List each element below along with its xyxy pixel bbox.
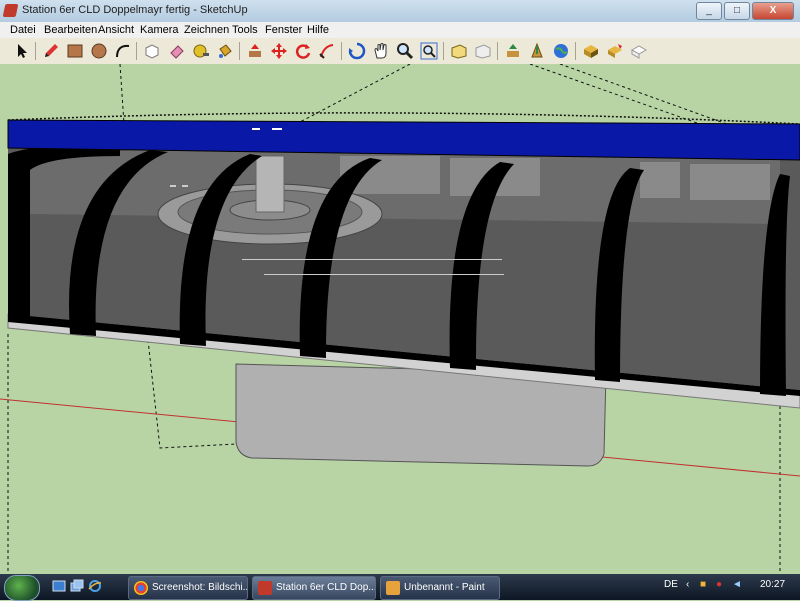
task-paint[interactable]: Unbenannt - Paint <box>380 576 500 600</box>
title-bar: Station 6er CLD Doppelmayr fertig - Sket… <box>0 0 800 23</box>
menu-fenster[interactable]: Fenster <box>265 24 302 36</box>
window-title: Station 6er CLD Doppelmayr fertig - Sket… <box>22 4 248 16</box>
close-button[interactable]: X <box>752 2 794 20</box>
chrome-icon <box>134 581 148 595</box>
select-icon[interactable] <box>12 41 32 61</box>
push-pull-icon[interactable] <box>245 41 265 61</box>
previous-view-icon[interactable] <box>449 41 469 61</box>
task-label: Station 6er CLD Dop... <box>276 582 376 593</box>
follow-me-icon[interactable] <box>317 41 337 61</box>
minimize-button[interactable]: _ <box>696 2 722 20</box>
rectangle-icon[interactable] <box>65 41 85 61</box>
circle-icon[interactable] <box>89 41 109 61</box>
task-sketchup[interactable]: Station 6er CLD Dop... <box>252 576 376 600</box>
security-icon[interactable]: ● <box>716 579 722 590</box>
pencil-icon[interactable] <box>41 41 61 61</box>
eraser-icon[interactable] <box>167 41 187 61</box>
components-icon[interactable] <box>581 41 601 61</box>
task-label: Unbenannt - Paint <box>404 582 485 593</box>
toolbar <box>0 38 800 65</box>
tray-expand-icon[interactable]: ‹ <box>686 579 689 590</box>
rotate-icon[interactable] <box>293 41 313 61</box>
menu-datei[interactable]: Datei <box>10 24 36 36</box>
share-model-icon[interactable] <box>527 41 547 61</box>
show-desktop-icon[interactable] <box>52 579 66 593</box>
volume-icon[interactable]: ◄ <box>732 579 742 590</box>
menu-zeichnen[interactable]: Zeichnen <box>184 24 229 36</box>
toggle-terrain-icon[interactable] <box>629 41 649 61</box>
menu-bar: Datei Bearbeiten Ansicht Kamera Zeichnen… <box>0 22 800 38</box>
menu-ansicht[interactable]: Ansicht <box>98 24 134 36</box>
menu-tools[interactable]: Tools <box>232 24 258 36</box>
sketchup-icon <box>258 581 272 595</box>
zoom-icon[interactable] <box>395 41 415 61</box>
menu-hilfe[interactable]: Hilfe <box>307 24 329 36</box>
switch-windows-icon[interactable] <box>70 579 84 593</box>
model-viewport[interactable] <box>0 64 800 574</box>
network-icon[interactable]: ■ <box>700 579 706 590</box>
clock[interactable]: 20:27 <box>760 579 785 590</box>
orbit-icon[interactable] <box>347 41 367 61</box>
maximize-button[interactable]: □ <box>724 2 750 20</box>
get-models-icon[interactable] <box>503 41 523 61</box>
pan-icon[interactable] <box>371 41 391 61</box>
system-tray: DE ‹ ■ ● ◄ 20:27 <box>660 574 800 600</box>
sketchup-app-icon <box>2 4 19 17</box>
task-label: Screenshot: Bildschi... <box>152 582 248 593</box>
google-earth-icon[interactable] <box>551 41 571 61</box>
zoom-extents-icon[interactable] <box>419 41 439 61</box>
make-component-icon[interactable] <box>142 41 162 61</box>
windows-taskbar: Screenshot: Bildschi... Station 6er CLD … <box>0 574 800 601</box>
menu-kamera[interactable]: Kamera <box>140 24 179 36</box>
place-model-icon[interactable] <box>605 41 625 61</box>
task-chrome-screenshot[interactable]: Screenshot: Bildschi... <box>128 576 248 600</box>
arc-icon[interactable] <box>113 41 133 61</box>
paint-bucket-icon[interactable] <box>215 41 235 61</box>
paint-icon <box>386 581 400 595</box>
start-button[interactable] <box>4 575 40 601</box>
menu-bearbeiten[interactable]: Bearbeiten <box>44 24 97 36</box>
move-icon[interactable] <box>269 41 289 61</box>
language-indicator[interactable]: DE <box>664 579 678 590</box>
tape-measure-icon[interactable] <box>191 41 211 61</box>
internet-explorer-icon[interactable] <box>88 579 102 593</box>
next-view-icon[interactable] <box>473 41 493 61</box>
